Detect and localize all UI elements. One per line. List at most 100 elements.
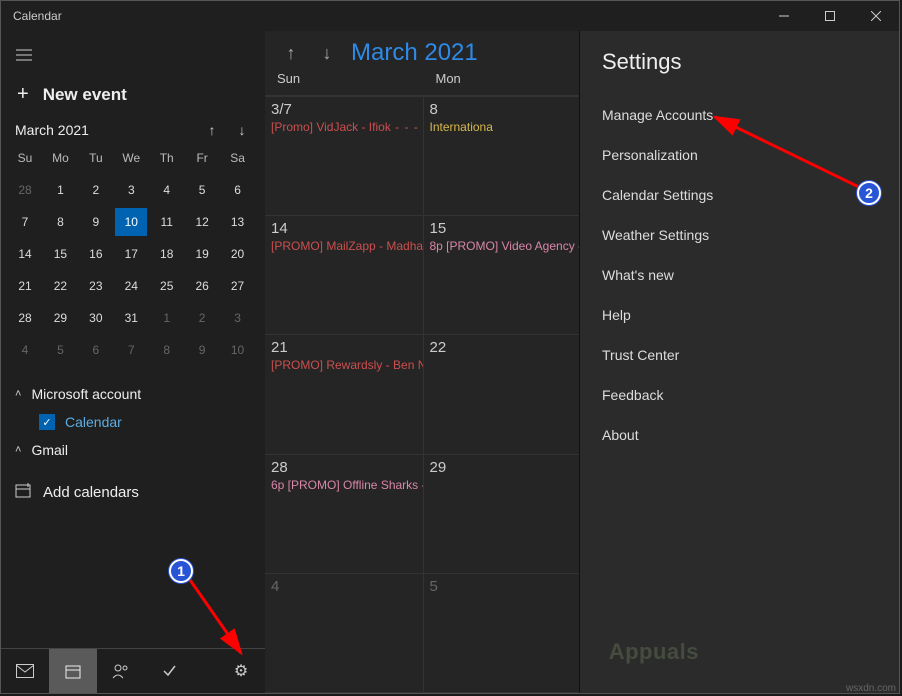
people-nav-button[interactable] — [97, 649, 145, 693]
mini-day-cell[interactable]: 6 — [222, 176, 254, 204]
day-cell[interactable]: 22 — [424, 335, 583, 453]
mini-day-cell[interactable]: 17 — [115, 240, 147, 268]
mini-day-cell[interactable]: 27 — [222, 272, 254, 300]
event-item[interactable]: [PROMO] Rewardsly - Ben N — [271, 358, 417, 372]
event-item[interactable]: Internationa — [430, 120, 576, 134]
mini-dow: We — [115, 144, 147, 172]
mini-day-cell[interactable]: 24 — [115, 272, 147, 300]
mini-day-cell[interactable]: 28 — [9, 176, 41, 204]
mini-dow: Su — [9, 144, 41, 172]
day-cell[interactable]: 286p [PROMO] Offline Sharks - Nick & Tom — [265, 455, 424, 573]
day-cell[interactable]: 5 — [424, 574, 583, 692]
mini-day-cell[interactable]: 4 — [9, 336, 41, 364]
mini-day-cell[interactable]: 11 — [151, 208, 183, 236]
mini-day-cell[interactable]: 25 — [151, 272, 183, 300]
mini-day-cell[interactable]: 5 — [44, 336, 76, 364]
mini-day-cell[interactable]: 19 — [186, 240, 218, 268]
mini-day-cell[interactable]: 8 — [151, 336, 183, 364]
calendar-nav-button[interactable] — [49, 649, 97, 693]
day-cell[interactable]: 3/7[Promo] VidJack - Ifiok — [265, 97, 424, 215]
annotation-badge-1: 1 — [169, 559, 193, 583]
todo-nav-button[interactable] — [145, 649, 193, 693]
mini-day-cell[interactable]: 7 — [9, 208, 41, 236]
settings-item[interactable]: Trust Center — [602, 335, 877, 375]
mini-day-cell[interactable]: 26 — [186, 272, 218, 300]
account-microsoft[interactable]: ˄ Microsoft account — [15, 380, 251, 408]
mini-day-cell[interactable]: 15 — [44, 240, 76, 268]
mini-day-cell[interactable]: 12 — [186, 208, 218, 236]
plus-icon: + — [17, 83, 29, 106]
mini-day-cell[interactable]: 22 — [44, 272, 76, 300]
settings-item[interactable]: Manage Accounts — [602, 95, 877, 135]
mini-day-cell[interactable]: 1 — [44, 176, 76, 204]
settings-title: Settings — [602, 49, 877, 75]
app-title: Calendar — [13, 9, 62, 23]
mini-day-cell[interactable]: 21 — [9, 272, 41, 300]
mini-day-cell[interactable]: 6 — [80, 336, 112, 364]
mini-day-cell[interactable]: 9 — [80, 208, 112, 236]
mail-nav-button[interactable] — [1, 649, 49, 693]
settings-item[interactable]: Weather Settings — [602, 215, 877, 255]
mini-day-cell[interactable]: 8 — [44, 208, 76, 236]
settings-item[interactable]: What's new — [602, 255, 877, 295]
mini-day-cell[interactable]: 31 — [115, 304, 147, 332]
mini-day-cell[interactable]: 1 — [151, 304, 183, 332]
event-item[interactable]: 8p [PROMO] Video Agency - Mari — [430, 239, 576, 253]
prev-month-button[interactable]: ↑ — [279, 43, 303, 64]
mini-day-cell[interactable]: 3 — [115, 176, 147, 204]
day-header: Sun — [265, 71, 424, 89]
settings-item[interactable]: Calendar Settings — [602, 175, 877, 215]
settings-item[interactable]: About — [602, 415, 877, 455]
mini-day-cell[interactable]: 5 — [186, 176, 218, 204]
maximize-button[interactable] — [807, 1, 853, 31]
mini-day-cell[interactable]: 30 — [80, 304, 112, 332]
calendar-add-icon — [15, 482, 31, 502]
account-gmail[interactable]: ˄ Gmail — [15, 436, 251, 464]
day-cell[interactable]: 8Internationa — [424, 97, 583, 215]
day-cell[interactable]: 158p [PROMO] Video Agency - Mari — [424, 216, 583, 334]
next-month-button[interactable]: ↓ — [315, 43, 339, 64]
event-item[interactable]: 6p [PROMO] Offline Sharks - Nick & Tom — [271, 478, 417, 492]
event-item[interactable]: [Promo] VidJack - Ifiok — [271, 120, 417, 134]
settings-item[interactable]: Help — [602, 295, 877, 335]
mini-day-cell[interactable]: 10 — [222, 336, 254, 364]
mini-day-cell[interactable]: 18 — [151, 240, 183, 268]
day-cell[interactable]: 21[PROMO] Rewardsly - Ben N — [265, 335, 424, 453]
settings-nav-button[interactable]: ⚙ — [217, 649, 265, 693]
mini-day-cell[interactable]: 9 — [186, 336, 218, 364]
mini-month-label: March 2021 — [15, 122, 89, 138]
mini-day-cell[interactable]: 2 — [186, 304, 218, 332]
hamburger-button[interactable] — [1, 37, 47, 73]
minimize-button[interactable] — [761, 1, 807, 31]
mini-day-cell[interactable]: 16 — [80, 240, 112, 268]
title-bar: Calendar — [1, 1, 899, 31]
day-cell[interactable]: 14[PROMO] MailZapp - Madhav Dutta & Dr S — [265, 216, 424, 334]
settings-item[interactable]: Personalization — [602, 135, 877, 175]
mini-day-cell[interactable]: 23 — [80, 272, 112, 300]
mini-day-cell[interactable]: 4 — [151, 176, 183, 204]
add-calendars-button[interactable]: Add calendars — [1, 470, 265, 514]
mini-next-button[interactable]: ↓ — [229, 122, 255, 138]
calendar-checkbox[interactable]: ✓ Calendar — [15, 408, 251, 436]
new-event-button[interactable]: + New event — [1, 73, 265, 118]
mini-day-cell[interactable]: 7 — [115, 336, 147, 364]
mini-dow: Mo — [44, 144, 76, 172]
account-label: Gmail — [31, 442, 68, 458]
close-button[interactable] — [853, 1, 899, 31]
event-item[interactable]: [PROMO] MailZapp - Madhav Dutta & Dr S — [271, 239, 417, 253]
mini-day-cell[interactable]: 14 — [9, 240, 41, 268]
mini-day-cell[interactable]: 28 — [9, 304, 41, 332]
annotation-badge-2: 2 — [857, 181, 881, 205]
mini-day-cell[interactable]: 3 — [222, 304, 254, 332]
mini-prev-button[interactable]: ↑ — [199, 122, 225, 138]
watermark: Appuals — [609, 639, 699, 665]
mini-day-cell[interactable]: 20 — [222, 240, 254, 268]
day-cell[interactable]: 4 — [265, 574, 424, 692]
mini-day-cell[interactable]: 2 — [80, 176, 112, 204]
mini-day-cell[interactable]: 29 — [44, 304, 76, 332]
mini-day-cell[interactable]: 13 — [222, 208, 254, 236]
day-cell[interactable]: 29 — [424, 455, 583, 573]
settings-item[interactable]: Feedback — [602, 375, 877, 415]
mini-day-cell[interactable]: 10 — [115, 208, 147, 236]
settings-panel: Settings Manage AccountsPersonalizationC… — [579, 31, 899, 693]
